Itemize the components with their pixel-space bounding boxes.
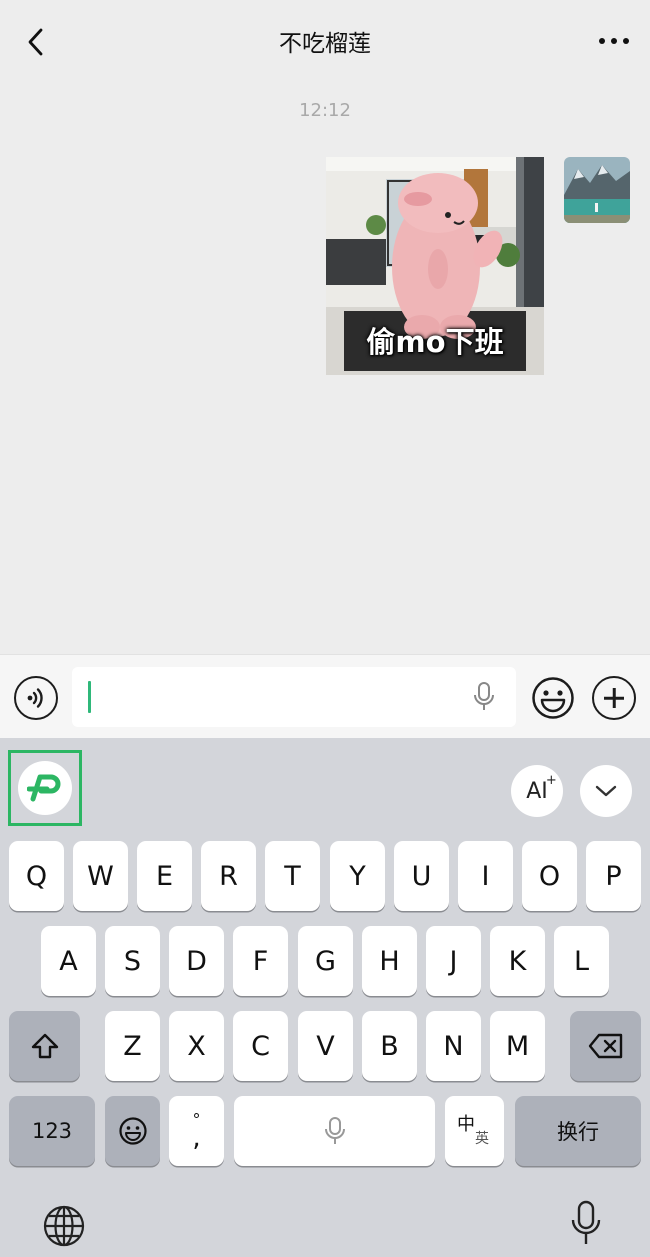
key-c[interactable]: C [233,1011,288,1081]
emoji-icon [118,1117,147,1145]
language-switch-key[interactable]: 中 英 [445,1096,504,1166]
collapse-keyboard-button[interactable] [580,765,632,817]
chat-header: 不吃榴莲 [0,0,650,84]
emoji-icon [532,677,574,719]
key-i[interactable]: I [458,841,513,911]
avatar[interactable] [564,157,630,223]
key-o[interactable]: O [522,841,577,911]
shift-key[interactable] [9,1011,80,1081]
more-button[interactable] [592,26,636,56]
ai-writing-button[interactable]: AI + [511,765,563,817]
key-h[interactable]: H [362,926,417,996]
dictation-button[interactable] [570,1200,602,1248]
key-t[interactable]: T [265,841,320,911]
emoji-key[interactable] [105,1096,160,1166]
keyboard-app-button[interactable] [18,761,72,815]
sticker-message[interactable]: 偷mo下班 [326,157,544,375]
key-k[interactable]: K [490,926,545,996]
key-e[interactable]: E [137,841,192,911]
key-x[interactable]: X [169,1011,224,1081]
key-f[interactable]: F [233,926,288,996]
keyboard-logo-icon [27,774,61,802]
key-p[interactable]: P [586,841,641,911]
message-timestamp: 12:12 [299,100,351,121]
key-d[interactable]: D [169,926,224,996]
message-text-input[interactable] [72,667,516,727]
microphone-icon [324,1117,345,1144]
key-a[interactable]: A [41,926,96,996]
more-dots-icon [599,38,605,44]
key-w[interactable]: W [73,841,128,911]
numbers-key[interactable]: 123 [9,1096,95,1166]
voice-icon [27,688,43,708]
key-n[interactable]: N [426,1011,481,1081]
space-key[interactable] [234,1096,435,1166]
backspace-icon [588,1033,622,1059]
key-u[interactable]: U [394,841,449,911]
key-m[interactable]: M [490,1011,545,1081]
shift-icon [31,1033,58,1059]
emoji-button[interactable] [531,676,575,720]
key-y[interactable]: Y [330,841,385,911]
key-g[interactable]: G [298,926,353,996]
globe-icon [43,1205,85,1247]
language-zh-label: 中 [457,1114,475,1135]
plus-button[interactable] [592,676,636,720]
key-r[interactable]: R [201,841,256,911]
keyboard: AI + Q W E R T Y U I O P A S D F G H J K … [0,738,650,1257]
text-caret [88,681,91,713]
key-j[interactable]: J [426,926,481,996]
language-en-label: 英 [475,1131,489,1147]
punctuation-bottom: , [192,1123,201,1153]
punctuation-key[interactable]: ° , [169,1096,224,1166]
return-key[interactable]: 换行 [515,1096,641,1166]
key-l[interactable]: L [554,926,609,996]
microphone-icon [571,1200,601,1244]
backspace-key[interactable] [570,1011,641,1081]
keyboard-logo-highlight [8,750,82,826]
microphone-icon[interactable] [472,681,496,713]
ai-icon: AI + [526,772,557,804]
chat-title: 不吃榴莲 [279,31,371,57]
sticker-caption: 偷mo下班 [366,325,504,359]
message-input-bar [0,654,650,738]
voice-toggle-button[interactable] [14,676,58,720]
key-v[interactable]: V [298,1011,353,1081]
key-z[interactable]: Z [105,1011,160,1081]
key-s[interactable]: S [105,926,160,996]
key-q[interactable]: Q [9,841,64,911]
key-b[interactable]: B [362,1011,417,1081]
landscape-avatar-image [564,157,630,223]
globe-button[interactable] [42,1204,86,1248]
chevron-down-icon [595,785,617,797]
